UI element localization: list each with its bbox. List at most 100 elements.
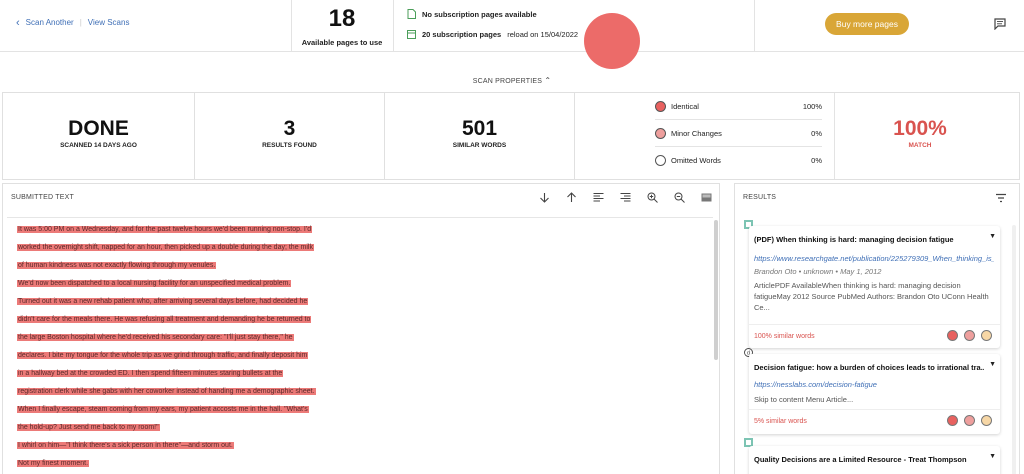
results-title: RESULTS <box>743 194 777 201</box>
top-header: ‹ Scan Another | View Scans 18 Available… <box>0 0 1024 52</box>
text-line: Turned out it was a new rehab patient wh… <box>17 298 309 305</box>
legend-dot-identical <box>655 100 666 112</box>
legend-minor-changes: Minor Changes 0% <box>655 120 822 147</box>
results-found-value: 3 <box>283 117 296 140</box>
result-similarity: 100% similar words <box>754 333 815 340</box>
result-footer: 5% similar words <box>749 409 1000 433</box>
legend-dot-omitted <box>655 155 666 166</box>
subscription-pages-count: 20 subscription pages <box>422 29 502 39</box>
minor-changes-dot[interactable] <box>964 415 975 426</box>
results-found-label: RESULTS FOUND <box>262 142 317 149</box>
subscription-reload-row: 20 subscription pages reload on 15/04/20… <box>407 29 578 39</box>
minor-changes-dot[interactable] <box>964 330 975 341</box>
status-cell: DONE SCANNED 14 DAYS AGO <box>3 93 195 179</box>
calendar-icon <box>407 30 416 39</box>
legend-label: Minor Changes <box>671 128 722 138</box>
scan-properties-toggle[interactable]: SCAN PROPERTIES ⌃ <box>0 76 1024 92</box>
result-title[interactable]: (PDF) When thinking is hard: managing de… <box>754 235 984 244</box>
subscription-none-row: No subscription pages available <box>407 9 537 19</box>
chevron-down-icon[interactable]: ▼ <box>989 233 996 240</box>
status-value: DONE <box>68 117 129 140</box>
submitted-text-panel: SUBMITTED TEXT It was 5:00 PM on a Wedne… <box>2 183 720 474</box>
legend-percent: 0% <box>811 128 822 138</box>
buy-more-pages-button[interactable]: Buy more pages <box>825 13 909 35</box>
legend-label: Identical <box>671 101 699 111</box>
text-line: registration clerk while she gabs with h… <box>17 388 316 395</box>
subscription-reload-text: reload on 15/04/2022 <box>507 29 579 39</box>
available-pages-label: Available pages to use <box>301 38 383 47</box>
result-url[interactable]: https://nesslabs.com/decision-fatigue <box>754 380 994 389</box>
identical-dot[interactable] <box>947 415 958 426</box>
identical-dot[interactable] <box>947 330 958 341</box>
document-icon <box>407 9 416 19</box>
scan-properties-title: SCAN PROPERTIES <box>472 78 543 85</box>
breadcrumb-nav: ‹ Scan Another | View Scans <box>16 17 130 28</box>
status-label: SCANNED 14 DAYS AGO <box>60 142 137 149</box>
text-line: We'd now been dispatched to a local nurs… <box>17 280 292 287</box>
results-cell: 3 RESULTS FOUND <box>195 93 385 179</box>
text-line: the hold-up? Just send me back to my roo… <box>17 424 160 431</box>
text-line: It was 5:00 PM on a Wednesday, and for t… <box>17 226 313 233</box>
result-title[interactable]: Quality Decisions are a Limited Resource… <box>754 455 984 464</box>
similar-words-value: 501 <box>461 117 498 140</box>
zoom-in-icon[interactable] <box>645 190 659 204</box>
filter-icon[interactable] <box>995 192 1007 204</box>
text-line: in a hallway bed at the crowded ED. I th… <box>17 370 284 377</box>
result-description: Skip to content Menu Article... <box>754 395 854 404</box>
similar-words-label: SIMILAR WORDS <box>452 142 507 149</box>
results-scrollbar[interactable] <box>1012 225 1016 474</box>
result-description: ArticlePDF AvailableWhen thinking is har… <box>754 281 989 312</box>
result-match-dots <box>947 330 992 341</box>
result-similarity: 5% similar words <box>754 418 807 425</box>
submitted-text-body: It was 5:00 PM on a Wednesday, and for t… <box>7 217 713 474</box>
result-title[interactable]: Decision fatigue: how a burden of choice… <box>754 363 984 372</box>
text-line: When I finally escape, steam coming from… <box>17 406 309 413</box>
view-scans-link[interactable]: View Scans <box>88 18 130 27</box>
text-scrollbar[interactable] <box>714 220 718 360</box>
text-line: the large Boston hospital where he'd rec… <box>17 334 294 341</box>
nav-separator: | <box>79 18 82 27</box>
chevron-left-icon[interactable]: ‹ <box>16 17 20 28</box>
text-toolbar <box>537 190 713 204</box>
available-pages-count: 18 <box>328 5 356 32</box>
result-card[interactable]: Quality Decisions are a Limited Resource… <box>749 446 1000 474</box>
match-pie-chart <box>584 13 640 69</box>
text-line: of human kindness was not exactly flowin… <box>17 262 217 269</box>
zoom-out-icon[interactable] <box>672 190 686 204</box>
legend-percent: 100% <box>802 101 822 111</box>
submitted-text-title: SUBMITTED TEXT <box>11 194 74 201</box>
align-left-icon[interactable] <box>591 190 605 204</box>
match-value: 100% <box>893 117 947 140</box>
image-icon[interactable] <box>699 190 713 204</box>
align-right-icon[interactable] <box>618 190 632 204</box>
scan-another-link[interactable]: Scan Another <box>26 18 74 27</box>
header-divider <box>393 0 394 52</box>
arrow-down-icon[interactable] <box>537 190 551 204</box>
text-line: didn't care for the meals there. He was … <box>17 316 312 323</box>
result-card[interactable]: (PDF) When thinking is hard: managing de… <box>749 226 1000 348</box>
arrow-up-icon[interactable] <box>564 190 578 204</box>
text-line: I whirl on him—"I think there's a sick p… <box>17 442 234 449</box>
omitted-dot[interactable] <box>981 330 992 341</box>
pie-slice-identical <box>584 13 640 69</box>
chevron-down-icon[interactable]: ▼ <box>989 361 996 368</box>
result-meta: Brandon Oto • unknown • May 1, 2012 <box>754 267 882 276</box>
legend-identical: Identical 100% <box>655 93 822 120</box>
text-line: worked the overnight shift, napped for a… <box>17 244 314 251</box>
similar-words-cell: 501 SIMILAR WORDS <box>385 93 575 179</box>
chevron-down-icon[interactable]: ▼ <box>989 453 996 460</box>
legend-percent: 0% <box>811 156 822 165</box>
result-url[interactable]: https://www.researchgate.net/publication… <box>754 254 994 263</box>
legend-dot-minor <box>655 127 666 139</box>
omitted-dot[interactable] <box>981 415 992 426</box>
header-divider <box>754 0 755 52</box>
text-line: declares. I bite my tongue for the whole… <box>17 352 309 359</box>
legend-label: Omitted Words <box>671 156 721 165</box>
chevron-up-icon: ⌃ <box>544 76 552 85</box>
result-match-dots <box>947 415 992 426</box>
result-card[interactable]: Decision fatigue: how a burden of choice… <box>749 354 1000 434</box>
chat-icon[interactable] <box>994 18 1006 30</box>
result-footer: 100% similar words <box>749 324 1000 348</box>
results-panel: RESULTS (PDF) When thinking is hard: man… <box>734 183 1020 474</box>
legend-omitted-words: Omitted Words 0% <box>655 147 822 174</box>
